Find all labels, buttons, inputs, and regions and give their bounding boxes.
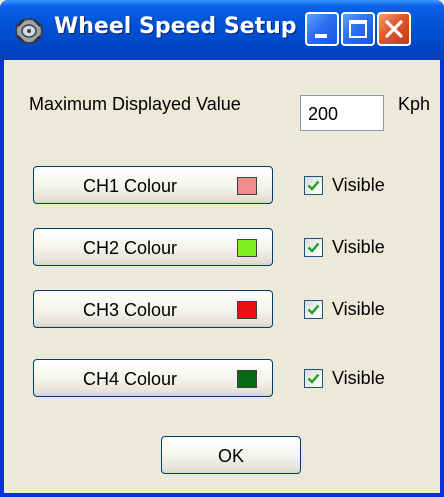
ch2-colour-swatch bbox=[237, 239, 257, 257]
ch4-colour-swatch bbox=[237, 370, 257, 388]
close-icon bbox=[385, 20, 403, 38]
ch3-visible-label[interactable]: Visible bbox=[332, 299, 385, 320]
ch1-colour-label: CH1 Colour bbox=[83, 176, 178, 196]
ch2-visible-checkbox[interactable] bbox=[304, 238, 323, 257]
dialog-body: Maximum Displayed Value 200 Kph CH1 Colo… bbox=[4, 60, 440, 493]
title-bar[interactable]: Wheel Speed Setup bbox=[0, 0, 444, 60]
ch4-colour-button[interactable]: CH4 Colour bbox=[33, 359, 273, 397]
max-value-input[interactable]: 200 bbox=[300, 95, 384, 131]
max-value-label: Maximum Displayed Value bbox=[29, 94, 241, 114]
ch2-colour-label: CH2 Colour bbox=[83, 238, 178, 258]
ch2-visible-label[interactable]: Visible bbox=[332, 237, 385, 258]
ch3-colour-label: CH3 Colour bbox=[83, 300, 178, 320]
ch1-colour-button[interactable]: CH1 Colour bbox=[33, 166, 273, 204]
checkmark-icon bbox=[307, 180, 320, 191]
ch3-colour-swatch bbox=[237, 301, 257, 319]
maximize-icon bbox=[349, 20, 367, 38]
checkmark-icon bbox=[307, 304, 320, 315]
ch1-visible-checkbox[interactable] bbox=[304, 176, 323, 195]
window-title: Wheel Speed Setup bbox=[54, 14, 297, 39]
checkmark-icon bbox=[307, 242, 320, 253]
minimize-icon bbox=[315, 34, 327, 38]
minimize-button[interactable] bbox=[305, 12, 339, 46]
unit-label: Kph bbox=[398, 94, 431, 114]
checkmark-icon bbox=[307, 373, 320, 384]
ch1-visible-label[interactable]: Visible bbox=[332, 175, 385, 196]
ch4-visible-checkbox[interactable] bbox=[304, 369, 323, 388]
wheel-icon bbox=[14, 16, 44, 44]
ok-button[interactable]: OK bbox=[161, 436, 301, 474]
ch4-visible-label[interactable]: Visible bbox=[332, 368, 385, 389]
ok-label: OK bbox=[217, 446, 244, 466]
maximize-button[interactable] bbox=[341, 12, 375, 46]
ch3-colour-button[interactable]: CH3 Colour bbox=[33, 290, 273, 328]
ch3-visible-checkbox[interactable] bbox=[304, 300, 323, 319]
close-button[interactable] bbox=[377, 12, 411, 46]
ch4-colour-label: CH4 Colour bbox=[83, 369, 178, 389]
dialog-window: Wheel Speed Setup Maximum Displayed Valu… bbox=[0, 0, 444, 497]
ch2-colour-button[interactable]: CH2 Colour bbox=[33, 228, 273, 266]
ch1-colour-swatch bbox=[237, 177, 257, 195]
